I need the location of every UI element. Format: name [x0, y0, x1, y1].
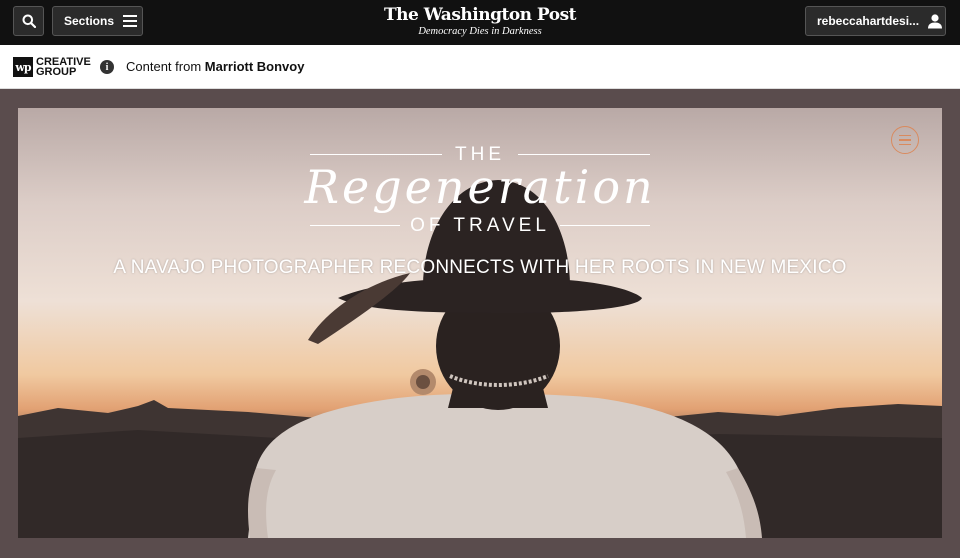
creative-group-wordmark: CREATIVE GROUP — [36, 57, 91, 78]
content-from-prefix: Content from — [126, 59, 202, 74]
title-of-line: OF TRAVEL — [310, 214, 650, 238]
hero-subhead: A NAVAJO PHOTOGRAPHER RECONNECTS WITH HE… — [113, 257, 847, 278]
user-icon — [928, 14, 943, 29]
sponsor-bar: wp CREATIVE GROUP i Content from Marriot… — [0, 45, 960, 89]
logo-line2: GROUP — [36, 66, 77, 78]
creative-group-logo[interactable]: wp CREATIVE GROUP — [13, 56, 91, 78]
top-navigation: Sections The Washington Post Democracy D… — [0, 0, 960, 45]
username-label: rebeccahartdesi... — [817, 14, 920, 28]
search-icon — [22, 14, 36, 28]
hamburger-icon — [123, 15, 138, 27]
divider — [560, 225, 650, 226]
hero-video[interactable]: THE Regeneration OF TRAVEL A NAVAJO PHOT… — [18, 108, 942, 538]
masthead-logo[interactable]: The Washington Post Democracy Dies in Da… — [380, 4, 580, 38]
wp-logo-mark: wp — [13, 57, 33, 77]
masthead-title: The Washington Post — [383, 5, 577, 25]
sponsor-name: Marriott Bonvoy — [204, 59, 305, 74]
search-button[interactable] — [13, 6, 44, 36]
masthead-tagline: Democracy Dies in Darkness — [418, 26, 542, 37]
info-icon[interactable]: i — [100, 60, 114, 74]
sections-label: Sections — [64, 14, 115, 28]
content-from-label: Content from Marriott Bonvoy — [126, 59, 304, 74]
title-of: OF TRAVEL — [410, 215, 550, 236]
divider — [518, 154, 650, 155]
account-button[interactable]: rebeccahartdesi... — [805, 6, 946, 36]
sections-button[interactable]: Sections — [52, 6, 143, 36]
hero-title-block: THE Regeneration OF TRAVEL A NAVAJO PHOT… — [18, 108, 942, 538]
title-main: Regeneration — [304, 160, 656, 214]
